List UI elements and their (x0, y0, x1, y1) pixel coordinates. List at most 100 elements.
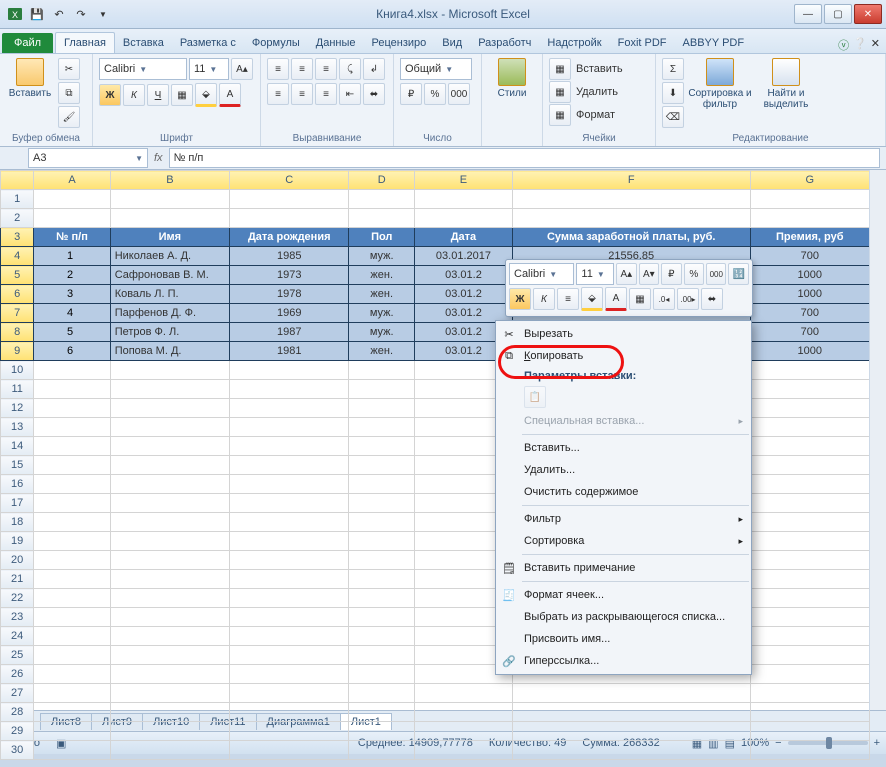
zoom-slider[interactable] (788, 741, 868, 745)
tab-data[interactable]: Данные (308, 33, 364, 53)
cell[interactable] (750, 209, 869, 228)
cell[interactable] (230, 722, 349, 741)
cell[interactable] (34, 703, 110, 722)
ctx-define-name[interactable]: Присвоить имя... (496, 628, 751, 650)
font-size-combo[interactable]: 11▼ (189, 58, 229, 80)
row-header[interactable]: 20 (1, 551, 34, 570)
maximize-button[interactable]: ▢ (824, 4, 852, 24)
cell[interactable] (110, 570, 229, 589)
cell[interactable] (230, 380, 349, 399)
cell[interactable] (34, 608, 110, 627)
cell[interactable] (230, 551, 349, 570)
cell[interactable] (415, 190, 513, 209)
row-header[interactable]: 27 (1, 684, 34, 703)
cell[interactable] (110, 437, 229, 456)
cell[interactable]: муж. (349, 323, 415, 342)
cell[interactable] (349, 532, 415, 551)
mini-align-icon[interactable]: ≡ (557, 288, 579, 310)
cell[interactable] (230, 684, 349, 703)
cell[interactable] (750, 722, 869, 741)
clear-icon[interactable]: ⌫ (662, 106, 684, 128)
align-left-icon[interactable]: ≡ (267, 83, 289, 105)
cell[interactable] (34, 380, 110, 399)
cell[interactable] (34, 418, 110, 437)
cell[interactable] (34, 361, 110, 380)
cell[interactable] (230, 627, 349, 646)
cell[interactable] (349, 190, 415, 209)
cells-format-button[interactable]: ▦Формат (549, 104, 618, 126)
mini-percent-icon[interactable]: % (684, 263, 704, 285)
cell[interactable] (512, 684, 750, 703)
cell[interactable] (349, 361, 415, 380)
ctx-cut[interactable]: ✂Вырезать (496, 323, 751, 345)
cell[interactable] (750, 437, 869, 456)
mini-italic-button[interactable]: К (533, 288, 555, 310)
row-header[interactable]: 8 (1, 323, 34, 342)
cell[interactable] (512, 741, 750, 760)
percent-icon[interactable]: % (424, 83, 446, 105)
cell[interactable] (415, 741, 513, 760)
row-header[interactable]: 21 (1, 570, 34, 589)
cell[interactable] (349, 209, 415, 228)
row-header[interactable]: 6 (1, 285, 34, 304)
cell[interactable] (750, 608, 869, 627)
cell[interactable]: 1000 (750, 266, 869, 285)
cell[interactable] (34, 665, 110, 684)
row-header[interactable]: 30 (1, 741, 34, 760)
cell[interactable] (230, 209, 349, 228)
cell[interactable] (750, 532, 869, 551)
mini-comma-icon[interactable]: 000 (706, 263, 726, 285)
cell[interactable] (750, 190, 869, 209)
sort-filter-button[interactable]: Сортировка и фильтр (688, 58, 752, 110)
cell[interactable]: 1987 (230, 323, 349, 342)
cell[interactable]: 03.01.2017 (415, 247, 513, 266)
cell[interactable] (34, 494, 110, 513)
cell[interactable] (110, 380, 229, 399)
mini-inc-decimal-icon[interactable]: .00▸ (677, 288, 699, 310)
cell[interactable] (750, 475, 869, 494)
zoom-in-button[interactable]: + (874, 737, 880, 749)
cell[interactable]: 1000 (750, 285, 869, 304)
row-header[interactable]: 24 (1, 627, 34, 646)
comma-icon[interactable]: 000 (448, 83, 470, 105)
styles-button[interactable]: Стили (488, 58, 536, 99)
cell[interactable] (34, 437, 110, 456)
cell[interactable] (230, 494, 349, 513)
tab-developer[interactable]: Разработч (470, 33, 539, 53)
cell[interactable] (230, 418, 349, 437)
cell[interactable] (230, 608, 349, 627)
align-right-icon[interactable]: ≡ (315, 83, 337, 105)
cell[interactable] (34, 551, 110, 570)
mini-merge-icon[interactable]: ⬌ (701, 288, 723, 310)
ctx-delete[interactable]: Удалить... (496, 459, 751, 481)
col-header-C[interactable]: C (230, 171, 349, 190)
row-header[interactable]: 2 (1, 209, 34, 228)
cell[interactable] (349, 589, 415, 608)
cell[interactable] (110, 399, 229, 418)
cell[interactable] (110, 684, 229, 703)
row-header[interactable]: 14 (1, 437, 34, 456)
cell[interactable] (750, 627, 869, 646)
cell[interactable] (512, 209, 750, 228)
increase-font-icon[interactable]: A▴ (231, 58, 253, 80)
align-top-icon[interactable]: ≡ (267, 58, 289, 80)
cell[interactable]: жен. (349, 342, 415, 361)
cell[interactable] (750, 494, 869, 513)
col-header-E[interactable]: E (415, 171, 513, 190)
cell[interactable] (230, 361, 349, 380)
cell[interactable]: 03.01.2 (415, 266, 513, 285)
name-box[interactable]: A3▼ (28, 148, 148, 168)
cell[interactable] (110, 361, 229, 380)
ctx-pick-dropdown[interactable]: Выбрать из раскрывающегося списка... (496, 606, 751, 628)
select-all-corner[interactable] (1, 171, 34, 190)
mini-shrink-font-icon[interactable]: A▾ (639, 263, 659, 285)
cell[interactable]: Попова М. Д. (110, 342, 229, 361)
mini-bold-button[interactable]: Ж (509, 288, 531, 310)
mini-currency-icon[interactable]: ₽ (661, 263, 681, 285)
cell[interactable] (110, 646, 229, 665)
cell[interactable] (750, 589, 869, 608)
italic-button[interactable]: К (123, 84, 145, 106)
cell[interactable] (349, 437, 415, 456)
cell[interactable] (512, 190, 750, 209)
cell[interactable]: муж. (349, 304, 415, 323)
